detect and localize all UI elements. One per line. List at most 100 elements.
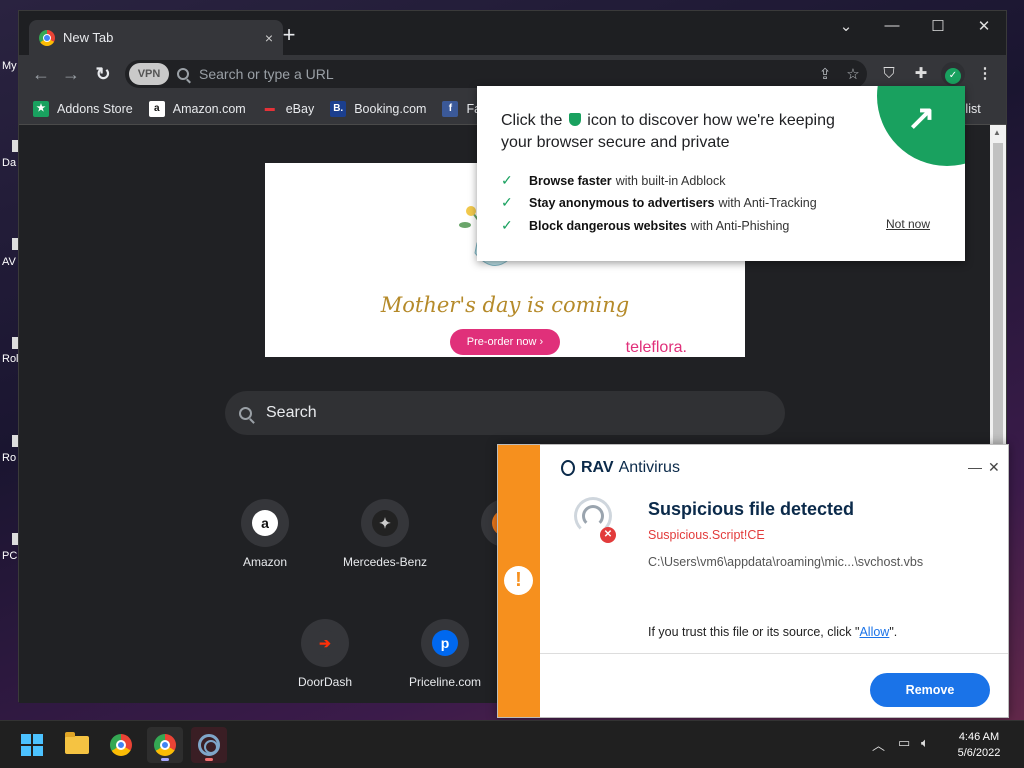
shortcut-label: Amazon <box>242 555 288 569</box>
share-icon[interactable]: ⇪ <box>811 65 839 83</box>
bookmark-label: Booking.com <box>354 101 427 116</box>
running-indicator <box>161 758 169 761</box>
address-input[interactable]: Search or type a URL <box>199 66 811 82</box>
scroll-up-arrow-icon[interactable]: ▲ <box>993 128 1001 137</box>
check-icon: ✓ <box>501 217 513 233</box>
allow-link[interactable]: Allow <box>859 625 889 639</box>
system-clock[interactable]: 4:46 AM 5/6/2022 <box>944 729 1014 761</box>
shortcut-tile[interactable]: ✦ Mercedes-Benz <box>330 499 440 569</box>
antivirus-brand: RAV Antivirus <box>561 459 680 477</box>
desktop-icon[interactable] <box>0 140 18 152</box>
minimize-button[interactable]: — <box>877 17 907 34</box>
bookmark-item[interactable]: ▬ eBay <box>261 100 315 117</box>
desktop-icon[interactable] <box>0 435 18 447</box>
doordash-icon: ➔ <box>312 630 338 656</box>
folder-icon <box>65 732 89 754</box>
desktop-icon-label[interactable]: AV <box>2 256 16 268</box>
extensions-puzzle-icon[interactable]: ✚ <box>909 62 933 86</box>
check-icon: ✓ <box>501 172 513 188</box>
shortcut-icon-wrap: p <box>421 619 469 667</box>
tab-search-chevron-icon[interactable]: ⌄ <box>831 17 861 35</box>
pre-order-button[interactable]: Pre-order now › <box>450 329 560 355</box>
desktop-icon-label[interactable]: Da <box>2 157 16 169</box>
bookmark-item[interactable]: a Amazon.com <box>148 100 246 117</box>
taskbar-browser-active[interactable] <box>147 727 183 763</box>
trust-prefix: If you trust this file or its source, cl… <box>648 625 860 639</box>
taskbar-file-explorer[interactable] <box>59 727 95 763</box>
tab-close-icon[interactable]: × <box>265 30 273 46</box>
close-window-button[interactable]: ✕ <box>969 17 999 35</box>
booking-icon: B. <box>330 100 347 117</box>
taskbar-chrome[interactable] <box>103 727 139 763</box>
brand-suffix: Antivirus <box>618 459 680 476</box>
reload-icon[interactable]: ↻ <box>91 62 115 86</box>
network-icon[interactable]: ▭ <box>898 735 910 751</box>
amazon-icon: a <box>148 100 165 117</box>
bookmark-label: Amazon.com <box>172 101 246 116</box>
antivirus-notification: ! RAV Antivirus — ✕ ✕ Suspicious file de… <box>497 444 1009 718</box>
feature-item: ✓ Block dangerous websites with Anti-Phi… <box>501 217 789 234</box>
bookmark-item[interactable]: B. Booking.com <box>330 100 427 117</box>
error-x-icon: ✕ <box>600 527 616 543</box>
browser-menu-icon[interactable]: ⋮ <box>973 62 997 86</box>
search-icon <box>239 406 252 420</box>
taskbar-rav-antivirus[interactable] <box>191 727 227 763</box>
not-now-link[interactable]: Not now <box>886 217 930 231</box>
back-arrow-icon[interactable]: ← <box>29 62 53 86</box>
forward-arrow-icon[interactable]: → <box>59 62 83 86</box>
security-shield-extension-icon[interactable]: ✓ <box>941 62 965 86</box>
close-button[interactable]: ✕ <box>988 459 1000 476</box>
priceline-icon: p <box>432 630 458 656</box>
shortcut-tile[interactable]: a Amazon <box>210 499 320 569</box>
minimize-button[interactable]: — <box>968 459 982 475</box>
shortcut-tile[interactable]: ➔ DoorDash <box>270 619 380 689</box>
threat-name: Suspicious.Script!CE <box>648 528 765 542</box>
popup-title-part1: Click the <box>501 112 563 129</box>
shortcut-icon-wrap: ➔ <box>301 619 349 667</box>
new-tab-button[interactable]: + <box>279 24 299 46</box>
shortcut-tile[interactable]: p Priceline.com <box>390 619 500 689</box>
tab-title: New Tab <box>63 30 114 45</box>
desktop-icon-label[interactable]: Rol <box>2 353 19 365</box>
desktop-icon[interactable] <box>0 533 18 545</box>
desktop-icon[interactable] <box>0 337 18 349</box>
address-bar[interactable]: VPN Search or type a URL ⇪ ☆ <box>125 60 867 88</box>
ntp-search-box[interactable]: Search <box>225 391 785 435</box>
start-button[interactable] <box>14 727 50 763</box>
tab-strip: New Tab × + ⌄ — ☐ ✕ <box>19 11 1006 55</box>
remove-button[interactable]: Remove <box>870 673 990 707</box>
ad-brand-logo: teleflora. <box>625 339 687 356</box>
ad-headline: Mother's day is coming <box>380 293 630 317</box>
maximize-button[interactable]: ☐ <box>923 17 953 35</box>
bookmark-star-icon[interactable]: ☆ <box>839 65 867 83</box>
scrollbar-thumb[interactable] <box>993 143 1003 453</box>
rav-logo-icon <box>561 460 575 476</box>
shortcut-label: Mercedes-Benz <box>342 555 428 569</box>
bookmark-item[interactable]: ★ Addons Store <box>33 100 133 117</box>
trust-message: If you trust this file or its source, cl… <box>648 625 897 639</box>
desktop-icon[interactable] <box>0 238 18 250</box>
shortcut-label: DoorDash <box>297 675 353 689</box>
desktop-icon-label[interactable]: Ro <box>2 452 16 464</box>
desktop-icon-label[interactable]: PC <box>2 550 17 562</box>
desktop-icon-label[interactable]: My <box>2 60 17 72</box>
feature-title: Stay anonymous to advertisers <box>529 195 715 210</box>
arrow-up-right-icon: ↗ <box>907 99 936 137</box>
exclamation-icon: ! <box>504 566 533 595</box>
facebook-icon: f <box>442 100 459 117</box>
alert-title: Suspicious file detected <box>648 499 855 519</box>
adblock-extension-icon[interactable]: ⛉ <box>877 62 901 86</box>
tray-overflow-chevron-icon[interactable]: ︿ <box>872 735 885 754</box>
tab-new-tab[interactable]: New Tab × <box>29 20 283 55</box>
ebay-icon: ▬ <box>261 100 278 117</box>
brand-name: RAV <box>581 459 614 476</box>
chrome-icon <box>110 734 132 756</box>
feature-desc: with built-in Adblock <box>615 173 726 188</box>
volume-icon[interactable]: 🔈︎ <box>921 735 929 751</box>
amazon-icon: a <box>252 510 278 536</box>
bookmark-label: eBay <box>285 101 315 116</box>
feature-title: Browse faster <box>529 173 612 188</box>
taskbar: ︿ ▭ 🔈︎ 4:46 AM 5/6/2022 <box>0 720 1024 768</box>
mercedes-benz-icon: ✦ <box>372 510 398 536</box>
vpn-badge[interactable]: VPN <box>129 63 169 85</box>
